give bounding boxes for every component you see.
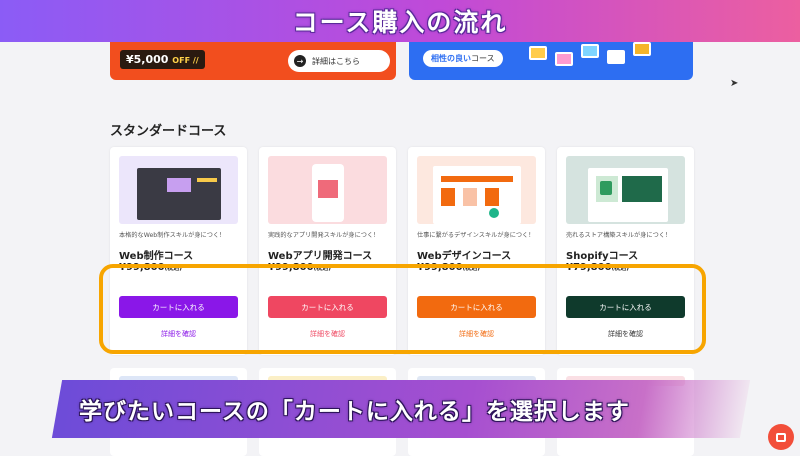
title-overlay-text: コース購入の流れ (292, 8, 508, 37)
caption-overlay-banner: 学びたいコースの「カートに入れる」を選択します (51, 380, 751, 438)
title-overlay-banner: コース購入の流れ (0, 0, 800, 42)
course-name: Web制作コース (119, 251, 194, 262)
window-icon (529, 46, 547, 60)
mouse-cursor-icon: ➤ (730, 78, 739, 89)
window-icon (555, 52, 573, 66)
promo-detail-button[interactable]: → 詳細はこちら (288, 50, 390, 72)
course-tagline: 本格的なWeb制作スキルが身につく！ (119, 232, 226, 239)
course-name: Webデザインコース (417, 251, 512, 262)
course-tagline: 仕事に繋がるデザインスキルが身につく！ (417, 232, 535, 239)
chat-icon (776, 432, 786, 442)
shopify-bag-icon (600, 181, 612, 195)
window-icon (633, 42, 651, 56)
window-icon (581, 44, 599, 58)
section-title: スタンダードコース (110, 124, 227, 139)
course-thumbnail (119, 156, 238, 224)
discount-price: ¥5,000 (126, 53, 169, 66)
caption-overlay-text: 学びたいコースの「カートに入れる」を選択します (79, 399, 630, 425)
promo-detail-label: 詳細はこちら (312, 56, 360, 66)
promo-pill-strong: 相性の良い (431, 54, 471, 63)
promo-pill-rest: コース (471, 54, 495, 63)
chat-button[interactable] (768, 424, 794, 450)
window-icon (607, 50, 625, 64)
discount-suffix: OFF // (172, 56, 199, 65)
course-thumbnail (417, 156, 536, 224)
course-name: Webアプリ開発コース (268, 251, 373, 262)
course-tagline: 実践的なアプリ開発スキルが身につく！ (268, 232, 380, 239)
promo-pill: 相性の良いコース (423, 50, 503, 67)
course-tagline: 売れるストア構築スキルが身につく！ (566, 232, 672, 239)
course-thumbnail (566, 156, 685, 224)
discount-tag: ¥5,000 OFF // (120, 50, 205, 69)
highlight-frame (99, 264, 706, 354)
course-thumbnail (268, 156, 387, 224)
arrow-right-icon: → (294, 55, 306, 67)
course-name: Shopifyコース (566, 251, 639, 262)
